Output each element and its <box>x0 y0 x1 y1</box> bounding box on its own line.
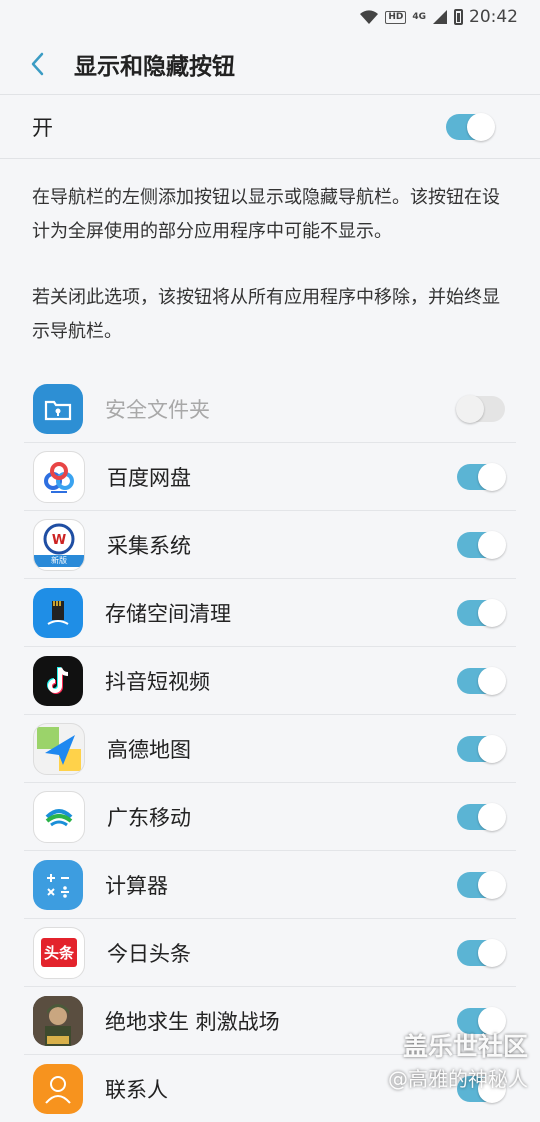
secure-folder-icon <box>33 383 83 434</box>
app-toggle[interactable] <box>457 802 506 831</box>
app-toggle[interactable] <box>457 870 506 899</box>
app-list: 安全文件夹 百度网盘 W 新版 采集系统 存储空间清理 抖音短视频 高德地图 广… <box>24 375 516 1122</box>
app-label: 抖音短视频 <box>105 669 210 694</box>
chevron-left-icon <box>31 52 44 76</box>
status-bar: HD 4G 20:42 <box>0 0 540 34</box>
calculator-icon <box>33 859 83 910</box>
list-item[interactable]: 头条 今日头条 <box>24 919 516 987</box>
collection-system-icon: W 新版 <box>33 518 85 571</box>
list-item[interactable]: 高德地图 <box>24 715 516 783</box>
baidu-netdisk-icon <box>33 450 85 503</box>
app-toggle[interactable] <box>457 666 506 695</box>
back-button[interactable] <box>0 34 74 94</box>
toutiao-logo-text: 头条 <box>40 938 77 967</box>
app-label: 百度网盘 <box>107 465 191 490</box>
storage-cleaner-icon <box>33 587 83 638</box>
app-toggle[interactable] <box>457 598 506 627</box>
list-item[interactable]: 计算器 <box>24 851 516 919</box>
app-toggle[interactable] <box>457 530 506 559</box>
app-label: 高德地图 <box>107 737 191 762</box>
contacts-icon <box>33 1063 83 1114</box>
network-type-icon: 4G <box>412 12 426 22</box>
list-item: 安全文件夹 <box>24 375 516 443</box>
app-label: 安全文件夹 <box>105 397 210 422</box>
description-paragraph-2: 若关闭此选项，该按钮将从所有应用程序中移除，并始终显示导航栏。 <box>32 287 500 342</box>
master-toggle[interactable] <box>446 112 495 141</box>
master-switch-row[interactable]: 开 <box>0 95 540 159</box>
wifi-icon <box>359 9 379 25</box>
status-time: 20:42 <box>469 7 518 27</box>
app-label: 计算器 <box>105 873 168 898</box>
watermark: 盖乐世社区 @高雅的神秘人 <box>388 1027 528 1092</box>
watermark-title: 盖乐世社区 <box>402 1032 528 1061</box>
amap-icon <box>33 722 85 775</box>
app-toggle[interactable] <box>457 938 506 967</box>
app-toggle <box>456 394 505 423</box>
toutiao-icon: 头条 <box>33 926 85 979</box>
header: 显示和隐藏按钮 <box>0 34 540 95</box>
pubg-icon <box>33 995 83 1046</box>
list-item[interactable]: 抖音短视频 <box>24 647 516 715</box>
app-label: 今日头条 <box>107 941 191 966</box>
description: 在导航栏的左侧添加按钮以显示或隐藏导航栏。该按钮在设计为全屏使用的部分应用程序中… <box>0 159 540 349</box>
signal-icon <box>432 9 448 25</box>
list-item[interactable]: 存储空间清理 <box>24 579 516 647</box>
app-label: 存储空间清理 <box>105 601 231 626</box>
svg-text:W: W <box>52 533 66 548</box>
list-item[interactable]: 广东移动 <box>24 783 516 851</box>
list-item[interactable]: W 新版 采集系统 <box>24 511 516 579</box>
app-icon-badge: 新版 <box>34 554 84 567</box>
battery-icon <box>454 9 463 25</box>
list-item[interactable]: 百度网盘 <box>24 443 516 511</box>
description-paragraph-1: 在导航栏的左侧添加按钮以显示或隐藏导航栏。该按钮在设计为全屏使用的部分应用程序中… <box>32 187 500 242</box>
page-title: 显示和隐藏按钮 <box>74 54 235 80</box>
app-label: 采集系统 <box>107 533 191 558</box>
app-toggle[interactable] <box>457 734 506 763</box>
douyin-icon <box>33 655 83 706</box>
app-label: 广东移动 <box>107 805 191 830</box>
app-toggle[interactable] <box>457 462 506 491</box>
master-switch-label: 开 <box>32 115 53 140</box>
hd-voice-icon: HD <box>385 10 407 24</box>
watermark-author: @高雅的神秘人 <box>388 1067 528 1091</box>
china-mobile-icon <box>33 790 85 843</box>
